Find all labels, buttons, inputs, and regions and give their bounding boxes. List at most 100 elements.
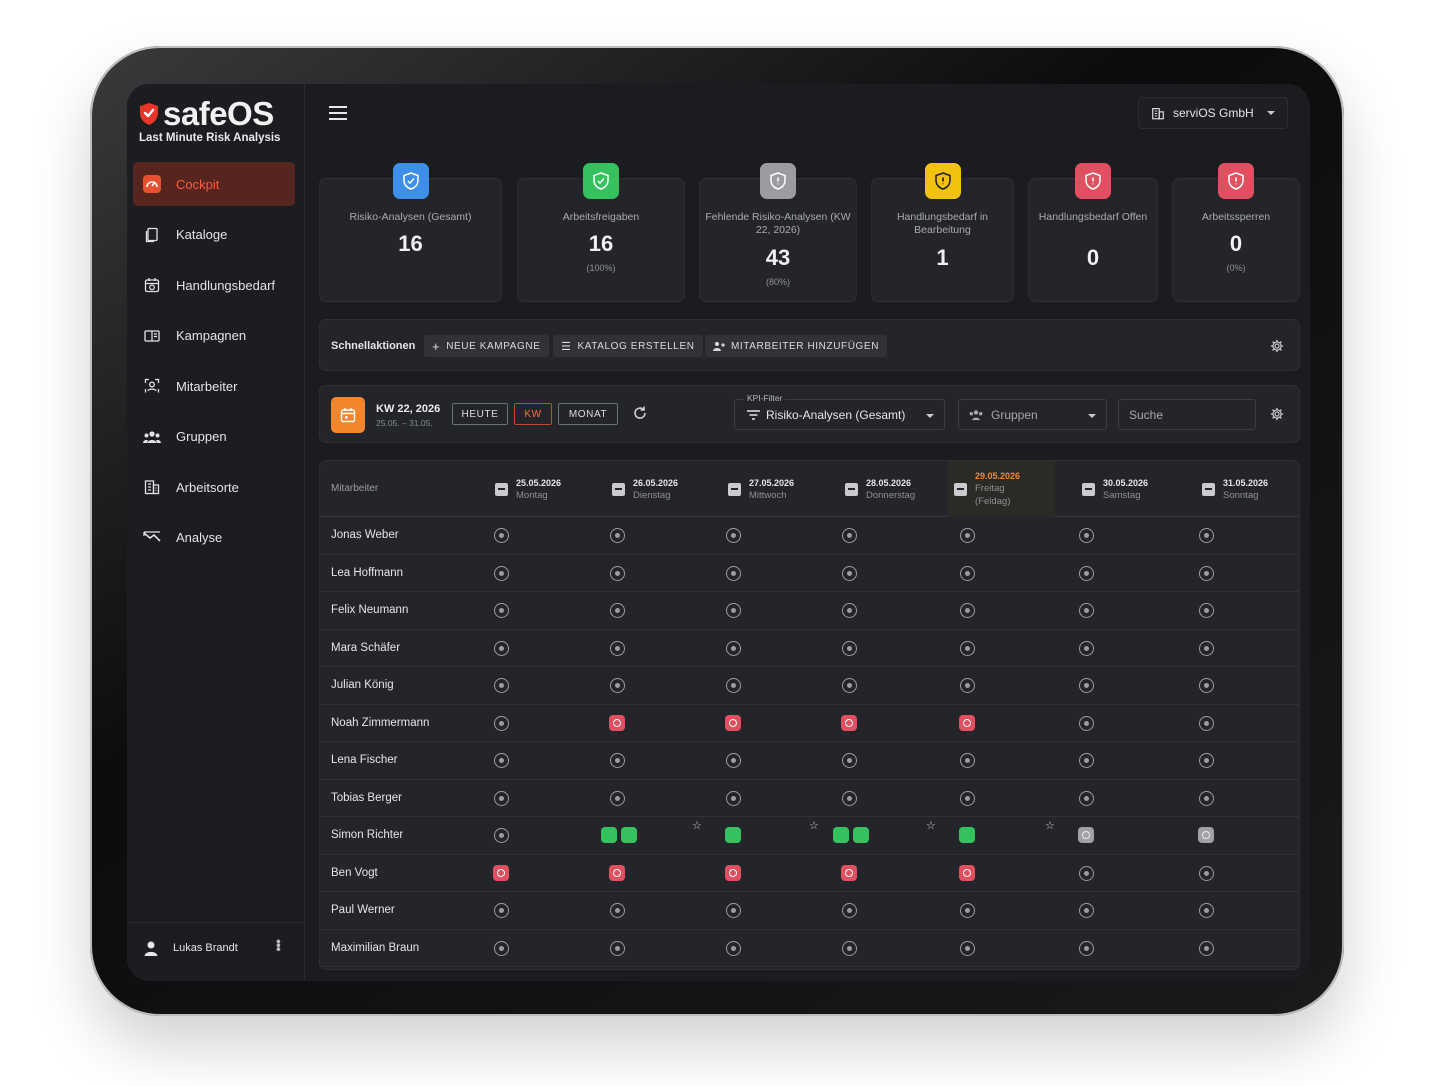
sidebar-item-cockpit[interactable]: Cockpit xyxy=(133,162,295,206)
column-header-day[interactable]: 29.05.2026 Freitag (Feldag) xyxy=(948,461,1055,517)
status-pending-icon[interactable] xyxy=(1079,865,1094,881)
status-approved-icon[interactable] xyxy=(833,827,849,843)
status-inactive-icon[interactable] xyxy=(1078,827,1094,843)
table-row[interactable]: Noah Zimmermann xyxy=(320,705,1299,742)
status-approved-icon[interactable] xyxy=(601,827,617,843)
status-pending-icon[interactable] xyxy=(842,640,857,656)
month-view-button[interactable]: MONAT xyxy=(558,403,618,425)
status-pending-icon[interactable] xyxy=(610,565,625,581)
status-pending-icon[interactable] xyxy=(726,678,741,693)
status-pending-icon[interactable] xyxy=(494,528,509,543)
status-blocked-icon[interactable] xyxy=(725,714,741,731)
status-blocked-icon[interactable] xyxy=(609,864,625,881)
star-icon[interactable]: ☆ xyxy=(926,819,936,832)
new-campaign-button[interactable]: + NEUE KAMPAGNE xyxy=(424,335,549,357)
kpi-card-missing-analyses[interactable]: Fehlende Risiko-Analysen (KW 22, 2026) 4… xyxy=(699,163,857,302)
kpi-filter-select[interactable]: KPI-Filter Risiko-Analysen (Gesamt) xyxy=(734,393,945,430)
sidebar-item-gruppen[interactable]: Gruppen xyxy=(133,415,295,459)
status-pending-icon[interactable] xyxy=(1199,640,1214,656)
status-pending-icon[interactable] xyxy=(610,940,625,956)
status-pending-icon[interactable] xyxy=(842,940,857,956)
status-pending-icon[interactable] xyxy=(842,528,857,543)
status-pending-icon[interactable] xyxy=(960,903,975,918)
select-day-checkbox[interactable] xyxy=(728,482,741,496)
status-blocked-icon[interactable] xyxy=(725,864,741,881)
today-button[interactable]: HEUTE xyxy=(452,403,508,425)
select-day-checkbox[interactable] xyxy=(1202,482,1215,496)
status-pending-icon[interactable] xyxy=(1199,565,1214,581)
status-blocked-icon[interactable] xyxy=(493,864,509,881)
table-row[interactable]: Felix Neumann xyxy=(320,592,1299,630)
company-selector[interactable]: serviOS GmbH xyxy=(1138,97,1288,129)
status-pending-icon[interactable] xyxy=(1079,903,1094,918)
status-pending-icon[interactable] xyxy=(1199,790,1214,806)
status-pending-icon[interactable] xyxy=(494,603,509,618)
column-header-day[interactable]: 25.05.2026 Montag xyxy=(495,461,561,517)
status-blocked-icon[interactable] xyxy=(609,714,625,731)
status-pending-icon[interactable] xyxy=(1199,753,1214,768)
kpi-card-work-permits[interactable]: Arbeitsfreigaben 16 (100%) xyxy=(517,163,685,302)
status-pending-icon[interactable] xyxy=(610,790,625,806)
sidebar-item-mitarbeiter[interactable]: Mitarbeiter xyxy=(133,364,295,408)
create-catalog-button[interactable]: ☰ KATALOG ERSTELLEN xyxy=(553,335,703,357)
status-pending-icon[interactable] xyxy=(610,640,625,656)
groups-select[interactable]: Gruppen xyxy=(958,399,1107,430)
status-pending-icon[interactable] xyxy=(842,790,857,806)
settings-gear-icon[interactable] xyxy=(1270,339,1284,353)
table-row[interactable]: Julian König xyxy=(320,667,1299,705)
column-header-day[interactable]: 28.05.2026 Donnerstag xyxy=(845,461,915,517)
star-icon[interactable]: ☆ xyxy=(809,819,819,832)
sidebar-item-arbeitsorte[interactable]: Arbeitsorte xyxy=(133,465,295,509)
status-approved-icon[interactable] xyxy=(621,827,637,843)
status-pending-icon[interactable] xyxy=(494,565,509,581)
status-pending-icon[interactable] xyxy=(1079,565,1094,581)
table-row[interactable]: Tobias Berger xyxy=(320,780,1299,817)
status-pending-icon[interactable] xyxy=(960,678,975,693)
table-row[interactable]: Ben Vogt xyxy=(320,855,1299,892)
status-pending-icon[interactable] xyxy=(726,940,741,956)
status-pending-icon[interactable] xyxy=(726,565,741,581)
select-day-checkbox[interactable] xyxy=(1082,482,1095,496)
column-header-day[interactable]: 31.05.2026 Sonntag xyxy=(1202,461,1268,517)
sidebar-item-handlungsbedarf[interactable]: Handlungsbedarf xyxy=(133,263,295,307)
status-pending-icon[interactable] xyxy=(1079,753,1094,768)
select-day-checkbox[interactable] xyxy=(612,482,625,496)
status-pending-icon[interactable] xyxy=(960,753,975,768)
sidebar-item-kampagnen[interactable]: Kampagnen xyxy=(133,314,295,358)
status-pending-icon[interactable] xyxy=(726,603,741,618)
table-row[interactable]: Jonas Weber xyxy=(320,517,1299,555)
settings-gear-icon[interactable] xyxy=(1270,407,1284,421)
status-blocked-icon[interactable] xyxy=(959,714,975,731)
status-pending-icon[interactable] xyxy=(960,565,975,581)
status-pending-icon[interactable] xyxy=(1199,715,1214,731)
status-pending-icon[interactable] xyxy=(1079,715,1094,731)
status-approved-icon[interactable] xyxy=(959,827,975,843)
sidebar-item-analyse[interactable]: Analyse xyxy=(133,516,295,560)
select-day-checkbox[interactable] xyxy=(495,482,508,496)
status-pending-icon[interactable] xyxy=(1199,865,1214,881)
table-row[interactable]: Simon Richter ☆ ☆ ☆ ☆ xyxy=(320,817,1299,855)
status-blocked-icon[interactable] xyxy=(841,714,857,731)
status-pending-icon[interactable] xyxy=(1199,603,1214,618)
add-employee-button[interactable]: MITARBEITER HINZUFÜGEN xyxy=(705,335,888,357)
status-pending-icon[interactable] xyxy=(960,790,975,806)
status-pending-icon[interactable] xyxy=(726,790,741,806)
status-pending-icon[interactable] xyxy=(494,715,509,731)
status-pending-icon[interactable] xyxy=(726,903,741,918)
select-day-checkbox[interactable] xyxy=(954,482,967,496)
status-pending-icon[interactable] xyxy=(1079,640,1094,656)
sidebar-item-kataloge[interactable]: Kataloge xyxy=(133,213,295,257)
status-blocked-icon[interactable] xyxy=(959,864,975,881)
star-icon[interactable]: ☆ xyxy=(692,819,702,832)
status-pending-icon[interactable] xyxy=(960,603,975,618)
status-pending-icon[interactable] xyxy=(610,603,625,618)
status-pending-icon[interactable] xyxy=(494,828,509,843)
status-pending-icon[interactable] xyxy=(726,753,741,768)
status-pending-icon[interactable] xyxy=(842,603,857,618)
status-pending-icon[interactable] xyxy=(610,903,625,918)
select-day-checkbox[interactable] xyxy=(845,482,858,496)
status-pending-icon[interactable] xyxy=(1079,678,1094,693)
week-view-button[interactable]: KW xyxy=(514,403,552,425)
status-pending-icon[interactable] xyxy=(726,528,741,543)
status-pending-icon[interactable] xyxy=(1199,940,1214,956)
